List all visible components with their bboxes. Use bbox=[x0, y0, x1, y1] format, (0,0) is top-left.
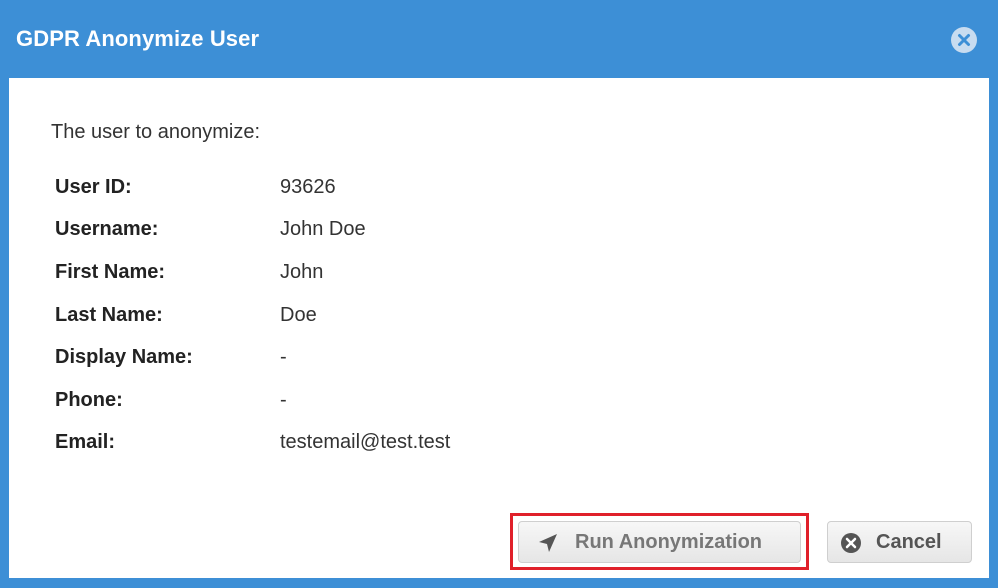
gdpr-anonymize-dialog: GDPR Anonymize User The user to anonymiz… bbox=[0, 0, 998, 588]
close-button[interactable] bbox=[951, 27, 977, 53]
phone-label: Phone: bbox=[55, 389, 123, 411]
run-anonymization-label: Run Anonymization bbox=[575, 531, 763, 553]
cancel-button[interactable]: Cancel bbox=[827, 521, 972, 563]
email-label: Email: bbox=[55, 431, 116, 453]
dialog-body: The user to anonymize: User ID: 93626 Us… bbox=[9, 78, 989, 578]
email-value: testemail@test.test bbox=[280, 431, 451, 453]
paper-plane-arrow-icon bbox=[539, 534, 557, 552]
run-anonymization-button[interactable]: Run Anonymization bbox=[518, 521, 801, 563]
cancel-label: Cancel bbox=[876, 531, 942, 553]
username-label: Username: bbox=[55, 218, 159, 240]
user-id-value: 93626 bbox=[280, 176, 336, 198]
last-name-value: Doe bbox=[280, 304, 317, 326]
close-icon bbox=[958, 34, 970, 46]
display-name-label: Display Name: bbox=[55, 346, 193, 368]
username-value: John Doe bbox=[280, 218, 366, 240]
first-name-value: John bbox=[280, 261, 324, 283]
dialog-title: GDPR Anonymize User bbox=[16, 26, 260, 51]
dialog-titlebar: GDPR Anonymize User bbox=[0, 0, 998, 78]
last-name-label: Last Name: bbox=[55, 304, 163, 326]
close-circle-icon bbox=[841, 533, 861, 553]
phone-value: - bbox=[280, 389, 287, 411]
first-name-label: First Name: bbox=[55, 261, 166, 283]
user-id-label: User ID: bbox=[55, 176, 132, 198]
intro-text: The user to anonymize: bbox=[51, 121, 260, 143]
display-name-value: - bbox=[280, 346, 287, 368]
